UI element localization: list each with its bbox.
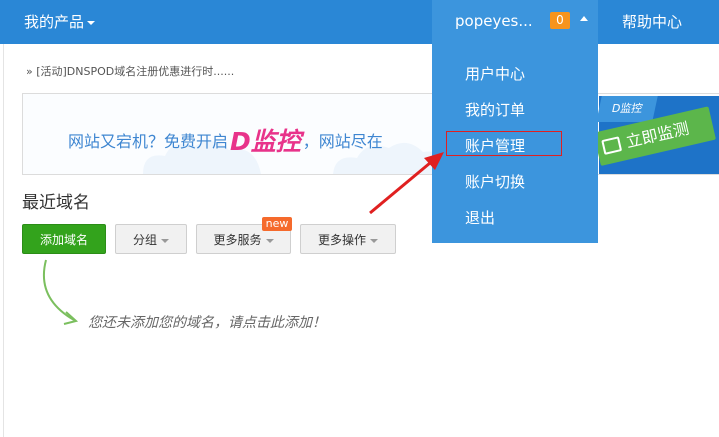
banner-text-before: 网站又宕机？免费开启 <box>68 132 229 151</box>
group-dropdown[interactable]: 分组 <box>115 224 187 254</box>
group-label: 分组 <box>132 233 157 247</box>
curved-arrow-icon <box>42 259 79 325</box>
chevron-down-icon <box>87 20 96 25</box>
banner-cta-area: D监控 立即监测 <box>593 96 719 174</box>
d-monitor-logo-letter: D <box>230 127 251 156</box>
recent-domains-title: 最近域名 <box>22 193 90 213</box>
menu-item-user-center[interactable]: 用户中心 <box>465 63 525 84</box>
my-products-menu[interactable]: 我的产品 <box>24 11 96 32</box>
help-center-link[interactable]: 帮助中心 <box>622 11 682 32</box>
add-domain-button[interactable]: 添加域名 <box>22 224 106 254</box>
left-divider <box>3 44 4 437</box>
my-products-label: 我的产品 <box>24 13 85 31</box>
message-count-badge[interactable]: 0 <box>550 12 570 29</box>
promo-banner[interactable]: 网站又宕机？免费开启D监控 ，网站尽在 D监控 立即监测 <box>22 93 719 175</box>
empty-domains-hint[interactable]: 您还未添加您的域名，请点击此添加！ <box>88 312 326 332</box>
chevron-down-icon <box>265 238 274 243</box>
chevron-down-icon <box>161 238 169 243</box>
d-monitor-logo-text: 监控 <box>250 127 301 156</box>
more-services-label: 更多服务 <box>213 233 262 247</box>
banner-headline: 网站又宕机？免费开启D监控 ，网站尽在 <box>68 122 383 158</box>
d-monitor-logo: D监控 <box>230 122 301 158</box>
monitor-icon <box>601 136 623 155</box>
new-badge: new <box>262 217 292 231</box>
annotation-highlight-box <box>446 131 562 156</box>
menu-item-my-orders[interactable]: 我的订单 <box>465 99 525 120</box>
menu-item-switch-account[interactable]: 账户切换 <box>465 171 525 192</box>
banner-text-after: ，网站尽在 <box>302 132 383 151</box>
d-monitor-tag: D监控 <box>596 96 658 122</box>
announcement-link[interactable]: » [活动]DNSPOD域名注册优惠进行时...... <box>26 63 234 79</box>
top-nav-bar: 我的产品 popeyes... 0 帮助中心 <box>0 0 719 44</box>
more-actions-dropdown[interactable]: 更多操作 <box>300 224 396 254</box>
user-account-tab[interactable]: popeyes... 0 <box>432 0 598 44</box>
chevron-up-icon <box>580 16 588 21</box>
more-actions-label: 更多操作 <box>317 233 366 247</box>
username[interactable]: popeyes... <box>455 12 533 30</box>
menu-item-logout[interactable]: 退出 <box>465 207 495 228</box>
start-monitoring-label: 立即监测 <box>624 118 691 152</box>
chevron-down-icon <box>370 238 378 243</box>
